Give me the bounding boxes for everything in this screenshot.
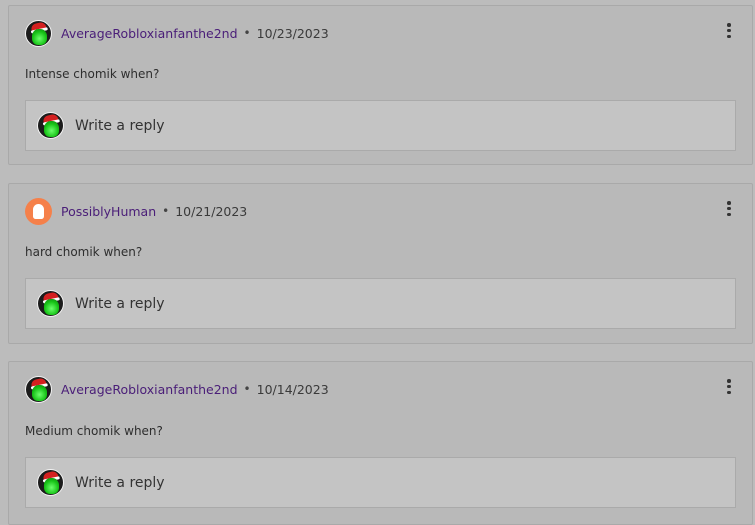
reply-placeholder: Write a reply [75, 474, 165, 491]
frog-icon [32, 28, 47, 45]
ghost-icon [33, 203, 44, 219]
avatar[interactable] [25, 375, 52, 403]
more-options-icon[interactable] [724, 23, 734, 38]
comment-header: PossiblyHuman • 10/21/2023 [25, 197, 247, 225]
frog-icon [32, 384, 47, 401]
comment-card: AverageRobloxianfanthe2nd • 10/23/2023 I… [8, 5, 753, 165]
separator-dot: • [162, 204, 170, 218]
frog-icon [44, 299, 59, 315]
avatar[interactable] [25, 197, 52, 225]
username-link[interactable]: AverageRobloxianfanthe2nd [61, 26, 238, 41]
reply-input[interactable]: Write a reply [25, 100, 736, 151]
more-options-icon[interactable] [724, 379, 734, 394]
separator-dot: • [243, 26, 251, 40]
comment-header: AverageRobloxianfanthe2nd • 10/14/2023 [25, 375, 329, 403]
comment-card: PossiblyHuman • 10/21/2023 hard chomik w… [8, 183, 753, 344]
avatar [37, 112, 64, 139]
reply-input[interactable]: Write a reply [25, 278, 736, 329]
more-options-icon[interactable] [724, 201, 734, 216]
avatar [37, 290, 64, 317]
reply-placeholder: Write a reply [75, 117, 165, 134]
comment-header: AverageRobloxianfanthe2nd • 10/23/2023 [25, 19, 329, 47]
frog-icon [44, 478, 59, 494]
comment-text: hard chomik when? [25, 245, 143, 259]
reply-input[interactable]: Write a reply [25, 457, 736, 508]
comment-card: AverageRobloxianfanthe2nd • 10/14/2023 M… [8, 361, 753, 525]
username-link[interactable]: AverageRobloxianfanthe2nd [61, 382, 238, 397]
username-link[interactable]: PossiblyHuman [61, 204, 156, 219]
comment-date: 10/21/2023 [175, 203, 248, 219]
avatar[interactable] [25, 19, 52, 47]
separator-dot: • [243, 382, 251, 396]
comments-page: AverageRobloxianfanthe2nd • 10/23/2023 I… [0, 0, 755, 525]
comment-date: 10/23/2023 [256, 25, 329, 41]
reply-placeholder: Write a reply [75, 295, 165, 312]
frog-icon [44, 121, 59, 137]
comment-text: Intense chomik when? [25, 67, 160, 81]
avatar [37, 469, 64, 496]
comment-text: Medium chomik when? [25, 424, 163, 438]
comment-date: 10/14/2023 [256, 381, 329, 397]
